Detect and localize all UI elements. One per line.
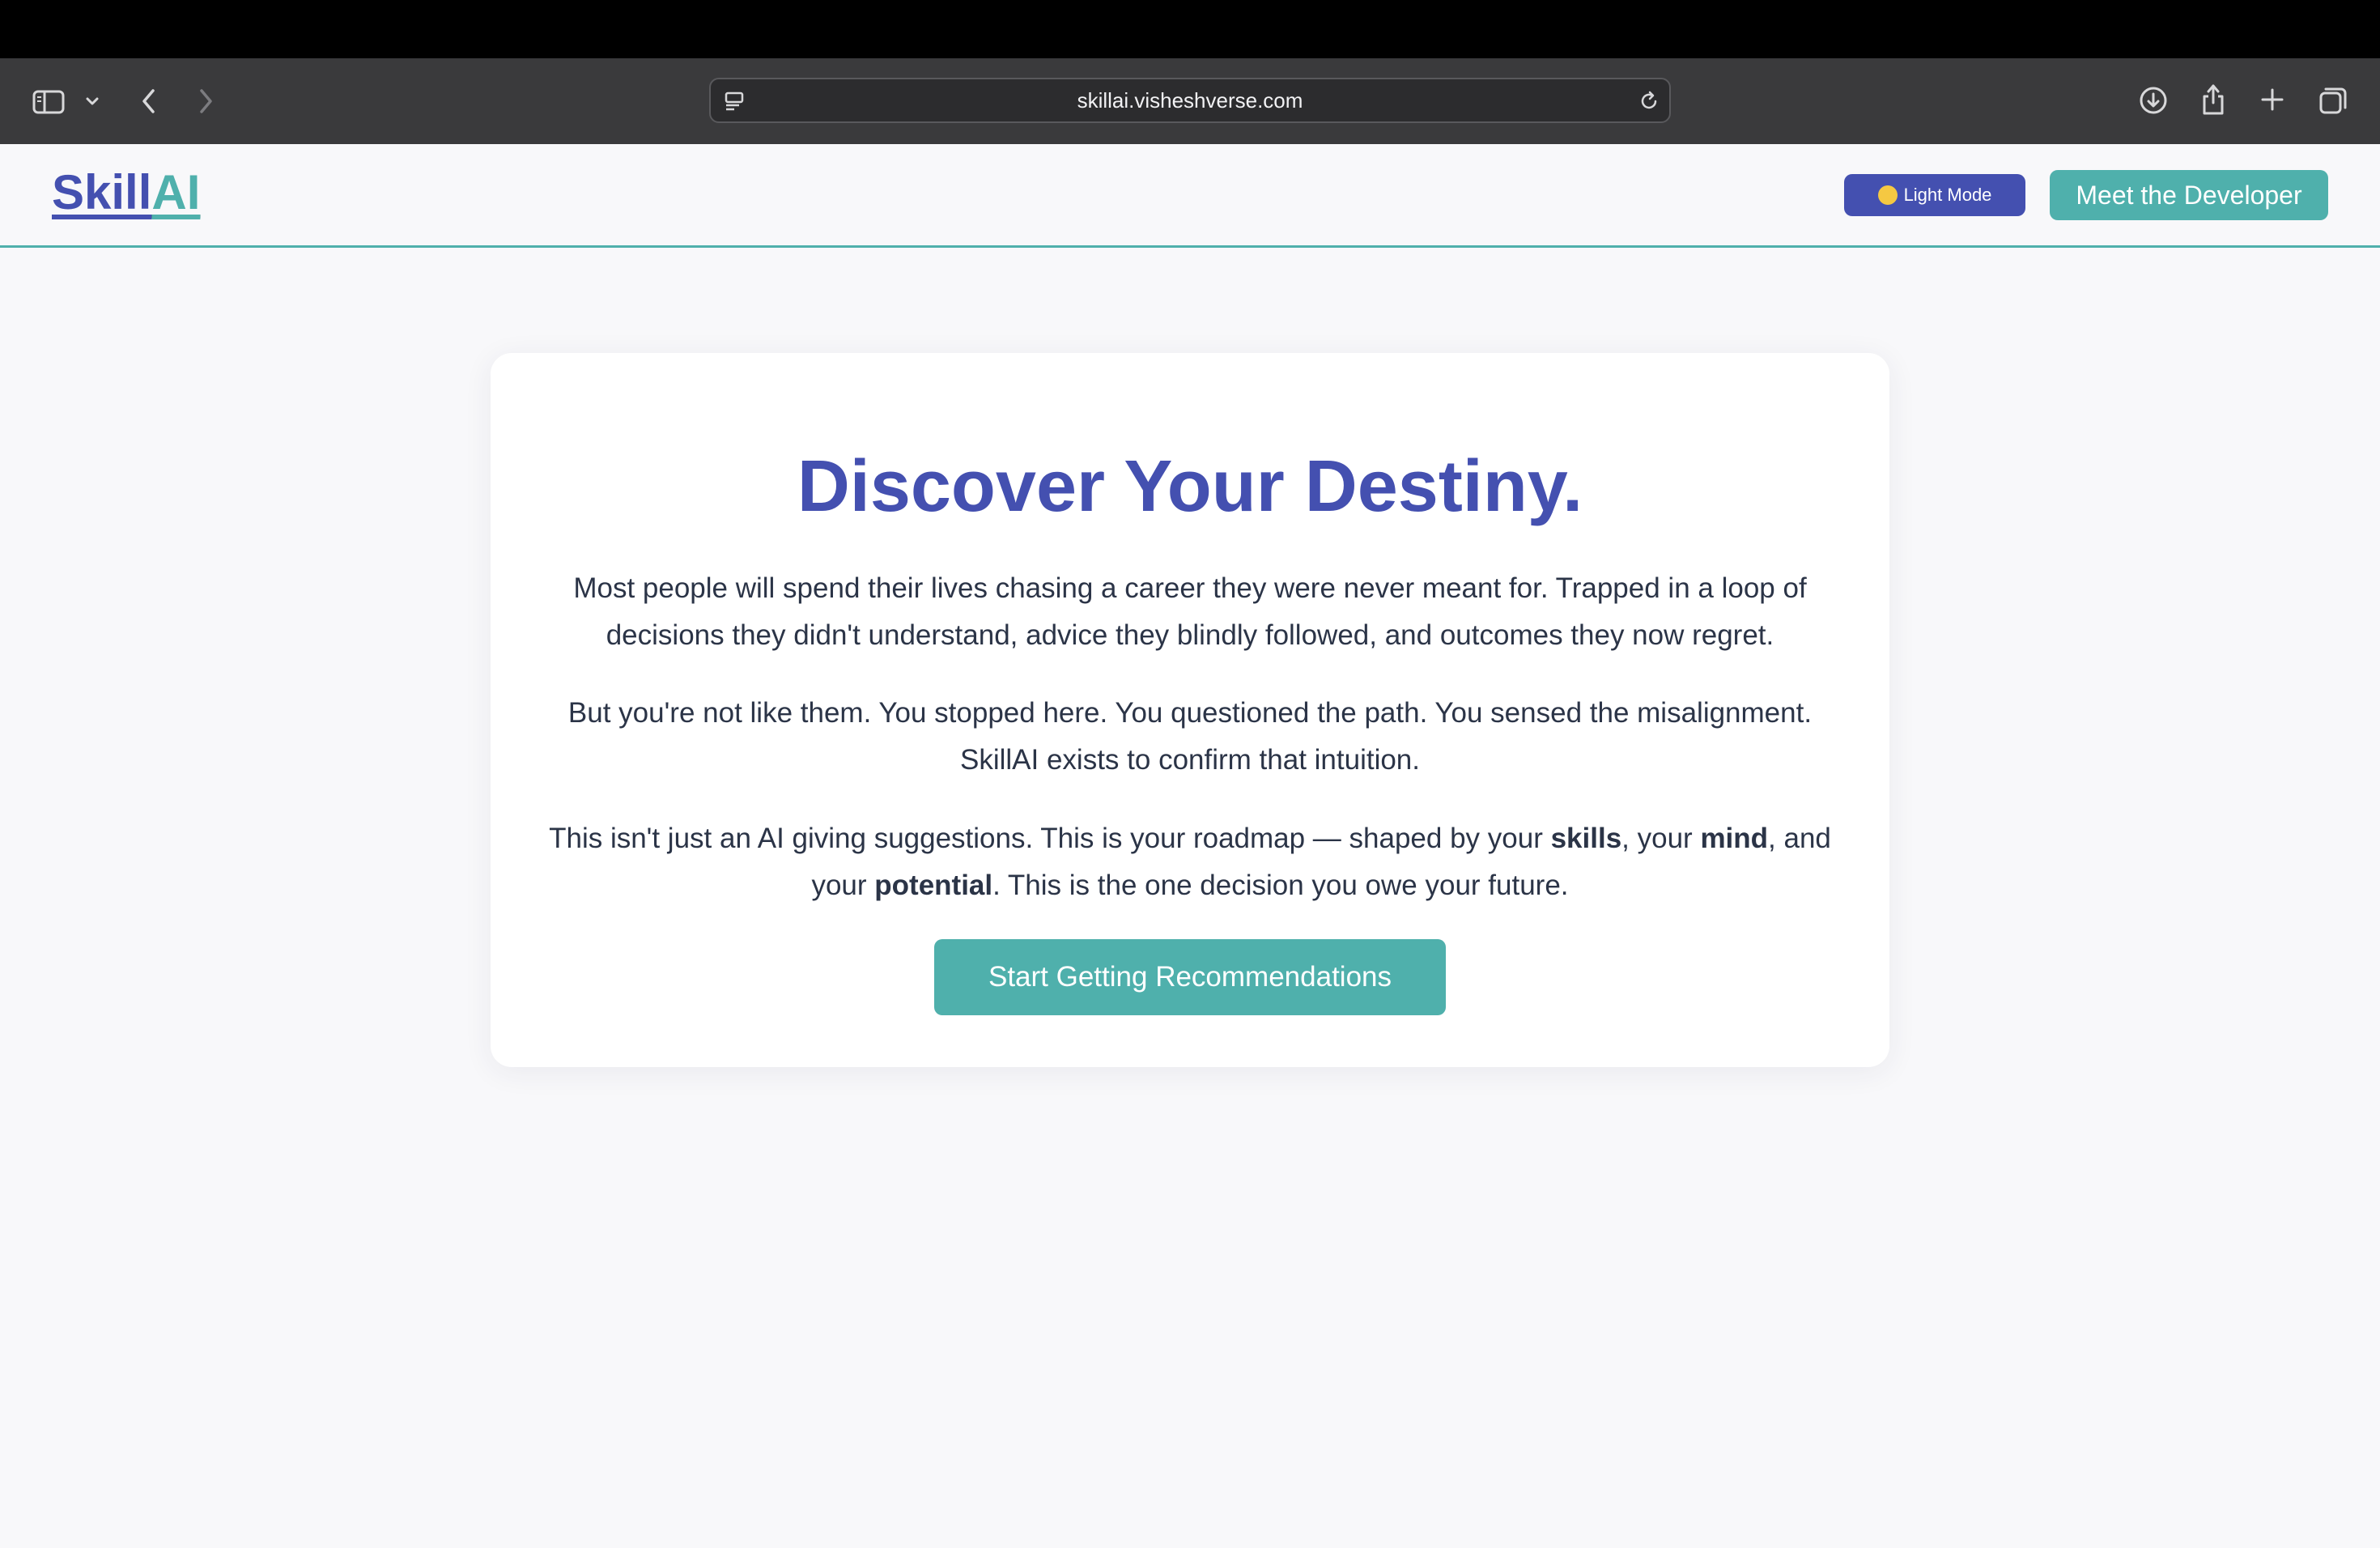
hero-card: Discover Your Destiny. Most people will …	[491, 353, 1889, 1067]
share-icon[interactable]	[2197, 79, 2229, 118]
download-icon[interactable]	[2136, 83, 2171, 118]
hero-paragraph-1: Most people will spend their lives chasi…	[573, 572, 1807, 651]
start-recommendations-label: Start Getting Recommendations	[988, 961, 1392, 993]
hero-paragraph-2-line-2: SkillAI exists to confirm that intuition…	[960, 744, 1420, 776]
url-text: skillai.visheshverse.com	[1077, 87, 1303, 113]
logo-text-ai: AI	[151, 165, 201, 219]
hero-p3-text-2: , your	[1621, 823, 1701, 854]
tabs-icon[interactable]	[2317, 84, 2349, 117]
system-menubar	[0, 0, 2380, 58]
reload-icon[interactable]	[1635, 87, 1663, 115]
hero-paragraph-3: This isn't just an AI giving suggestions…	[531, 815, 1849, 909]
theme-toggle-label: Light Mode	[1903, 185, 1992, 205]
hero-p3-text-4: . This is the one decision you owe your …	[992, 870, 1569, 901]
meet-developer-label: Meet the Developer	[2076, 180, 2302, 210]
plus-icon[interactable]	[2257, 84, 2288, 115]
site-logo[interactable]: SkillAI	[52, 164, 200, 222]
start-recommendations-button[interactable]: Start Getting Recommendations	[934, 939, 1446, 1015]
hero-p3-bold-mind: mind	[1700, 823, 1769, 854]
sidebar-icon[interactable]	[31, 86, 66, 118]
sun-icon	[1877, 185, 1898, 205]
chevron-left-icon[interactable]	[136, 84, 162, 118]
meet-developer-button[interactable]: Meet the Developer	[2050, 170, 2328, 220]
logo-text-skill: Skill	[52, 165, 152, 219]
address-bar[interactable]: skillai.visheshverse.com	[709, 78, 1671, 123]
browser-toolbar: skillai.visheshverse.com	[0, 58, 2380, 144]
hero-paragraph-2-line-1: But you're not like them. You stopped he…	[567, 697, 1813, 729]
hero-p3-bold-skills: skills	[1550, 823, 1622, 854]
hero-p3-text-1: This isn't just an AI giving suggestions…	[549, 823, 1551, 854]
theme-toggle-button[interactable]: Light Mode	[1844, 174, 2025, 216]
hero-title: Discover Your Destiny.	[797, 446, 1583, 527]
hero-p3-bold-potential: potential	[874, 870, 993, 901]
chevron-right-icon[interactable]	[193, 84, 219, 118]
chevron-down-icon[interactable]	[83, 91, 102, 112]
site-header: SkillAI Light Mode Meet the Developer	[0, 144, 2380, 248]
hero-paragraph-2: But you're not like them. You stopped he…	[531, 690, 1849, 784]
